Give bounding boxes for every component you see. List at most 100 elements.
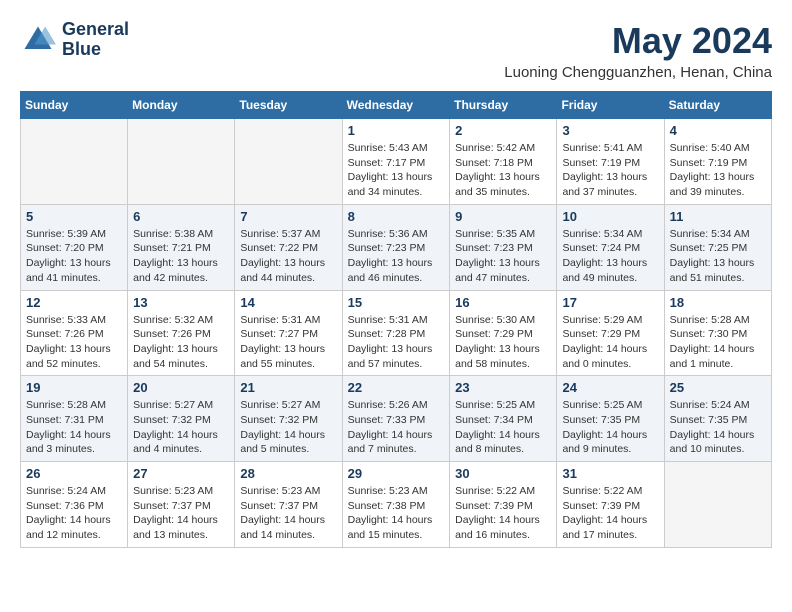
calendar-cell: 21 Sunrise: 5:27 AM Sunset: 7:32 PM Dayli… bbox=[235, 376, 342, 462]
day-info: Sunrise: 5:35 AM Sunset: 7:23 PM Dayligh… bbox=[455, 227, 551, 286]
weekday-header: Monday bbox=[128, 92, 235, 119]
calendar-cell: 11Sunrise: 5:34 AM Sunset: 7:25 PM Dayli… bbox=[664, 204, 771, 290]
calendar-cell: 4Sunrise: 5:40 AM Sunset: 7:19 PM Daylig… bbox=[664, 119, 771, 205]
calendar-cell: 1 Sunrise: 5:43 AM Sunset: 7:17 PM Daylig… bbox=[342, 119, 450, 205]
day-number: 5 bbox=[26, 209, 122, 224]
calendar-cell: 15 Sunrise: 5:31 AM Sunset: 7:28 PM Dayli… bbox=[342, 290, 450, 376]
calendar-cell: 9 Sunrise: 5:35 AM Sunset: 7:23 PM Daylig… bbox=[450, 204, 557, 290]
calendar-cell: 29 Sunrise: 5:23 AM Sunset: 7:38 PM Dayli… bbox=[342, 462, 450, 548]
day-number: 24 bbox=[562, 380, 658, 395]
logo: General Blue bbox=[20, 20, 129, 60]
calendar-cell: 13 Sunrise: 5:32 AM Sunset: 7:26 PM Dayli… bbox=[128, 290, 235, 376]
day-info: Sunrise: 5:32 AM Sunset: 7:26 PM Dayligh… bbox=[133, 313, 229, 372]
calendar-week-row: 19 Sunrise: 5:28 AM Sunset: 7:31 PM Dayli… bbox=[21, 376, 772, 462]
calendar-cell: 8 Sunrise: 5:36 AM Sunset: 7:23 PM Daylig… bbox=[342, 204, 450, 290]
day-number: 19 bbox=[26, 380, 122, 395]
day-number: 20 bbox=[133, 380, 229, 395]
day-number: 28 bbox=[240, 466, 336, 481]
day-info: Sunrise: 5:41 AM Sunset: 7:19 PM Dayligh… bbox=[562, 141, 658, 200]
day-info: Sunrise: 5:28 AM Sunset: 7:31 PM Dayligh… bbox=[26, 398, 122, 457]
day-number: 18 bbox=[670, 295, 766, 310]
calendar-cell: 22 Sunrise: 5:26 AM Sunset: 7:33 PM Dayli… bbox=[342, 376, 450, 462]
weekday-header: Wednesday bbox=[342, 92, 450, 119]
day-number: 2 bbox=[455, 123, 551, 138]
calendar-header-row: SundayMondayTuesdayWednesdayThursdayFrid… bbox=[21, 92, 772, 119]
day-number: 22 bbox=[348, 380, 445, 395]
day-number: 31 bbox=[562, 466, 658, 481]
day-info: Sunrise: 5:23 AM Sunset: 7:37 PM Dayligh… bbox=[133, 484, 229, 543]
day-info: Sunrise: 5:43 AM Sunset: 7:17 PM Dayligh… bbox=[348, 141, 445, 200]
day-info: Sunrise: 5:29 AM Sunset: 7:29 PM Dayligh… bbox=[562, 313, 658, 372]
day-info: Sunrise: 5:33 AM Sunset: 7:26 PM Dayligh… bbox=[26, 313, 122, 372]
calendar-table: SundayMondayTuesdayWednesdayThursdayFrid… bbox=[20, 91, 772, 548]
day-info: Sunrise: 5:37 AM Sunset: 7:22 PM Dayligh… bbox=[240, 227, 336, 286]
calendar-cell bbox=[664, 462, 771, 548]
day-number: 9 bbox=[455, 209, 551, 224]
title-block: May 2024 Luoning Chengguanzhen, Henan, C… bbox=[504, 20, 772, 81]
calendar-cell: 26 Sunrise: 5:24 AM Sunset: 7:36 PM Dayli… bbox=[21, 462, 128, 548]
calendar-week-row: 1 Sunrise: 5:43 AM Sunset: 7:17 PM Daylig… bbox=[21, 119, 772, 205]
calendar-cell bbox=[21, 119, 128, 205]
day-info: Sunrise: 5:23 AM Sunset: 7:37 PM Dayligh… bbox=[240, 484, 336, 543]
day-info: Sunrise: 5:39 AM Sunset: 7:20 PM Dayligh… bbox=[26, 227, 122, 286]
calendar-cell: 30Sunrise: 5:22 AM Sunset: 7:39 PM Dayli… bbox=[450, 462, 557, 548]
day-number: 4 bbox=[670, 123, 766, 138]
day-info: Sunrise: 5:22 AM Sunset: 7:39 PM Dayligh… bbox=[562, 484, 658, 543]
calendar-cell: 28 Sunrise: 5:23 AM Sunset: 7:37 PM Dayli… bbox=[235, 462, 342, 548]
day-number: 13 bbox=[133, 295, 229, 310]
day-info: Sunrise: 5:27 AM Sunset: 7:32 PM Dayligh… bbox=[240, 398, 336, 457]
day-info: Sunrise: 5:27 AM Sunset: 7:32 PM Dayligh… bbox=[133, 398, 229, 457]
day-info: Sunrise: 5:31 AM Sunset: 7:27 PM Dayligh… bbox=[240, 313, 336, 372]
day-info: Sunrise: 5:34 AM Sunset: 7:24 PM Dayligh… bbox=[562, 227, 658, 286]
calendar-cell: 2 Sunrise: 5:42 AM Sunset: 7:18 PM Daylig… bbox=[450, 119, 557, 205]
day-number: 7 bbox=[240, 209, 336, 224]
day-info: Sunrise: 5:42 AM Sunset: 7:18 PM Dayligh… bbox=[455, 141, 551, 200]
calendar-cell: 12 Sunrise: 5:33 AM Sunset: 7:26 PM Dayli… bbox=[21, 290, 128, 376]
day-info: Sunrise: 5:24 AM Sunset: 7:36 PM Dayligh… bbox=[26, 484, 122, 543]
calendar-cell: 6 Sunrise: 5:38 AM Sunset: 7:21 PM Daylig… bbox=[128, 204, 235, 290]
calendar-week-row: 12 Sunrise: 5:33 AM Sunset: 7:26 PM Dayli… bbox=[21, 290, 772, 376]
day-info: Sunrise: 5:28 AM Sunset: 7:30 PM Dayligh… bbox=[670, 313, 766, 372]
calendar-cell: 16Sunrise: 5:30 AM Sunset: 7:29 PM Dayli… bbox=[450, 290, 557, 376]
calendar-cell: 27 Sunrise: 5:23 AM Sunset: 7:37 PM Dayli… bbox=[128, 462, 235, 548]
weekday-header: Tuesday bbox=[235, 92, 342, 119]
day-number: 17 bbox=[562, 295, 658, 310]
calendar-cell: 20 Sunrise: 5:27 AM Sunset: 7:32 PM Dayli… bbox=[128, 376, 235, 462]
calendar-week-row: 5 Sunrise: 5:39 AM Sunset: 7:20 PM Daylig… bbox=[21, 204, 772, 290]
calendar-cell: 25Sunrise: 5:24 AM Sunset: 7:35 PM Dayli… bbox=[664, 376, 771, 462]
day-number: 21 bbox=[240, 380, 336, 395]
day-number: 23 bbox=[455, 380, 551, 395]
day-number: 14 bbox=[240, 295, 336, 310]
day-number: 6 bbox=[133, 209, 229, 224]
day-info: Sunrise: 5:25 AM Sunset: 7:34 PM Dayligh… bbox=[455, 398, 551, 457]
month-title: May 2024 bbox=[504, 20, 772, 62]
day-number: 10 bbox=[562, 209, 658, 224]
day-number: 8 bbox=[348, 209, 445, 224]
day-number: 12 bbox=[26, 295, 122, 310]
day-info: Sunrise: 5:38 AM Sunset: 7:21 PM Dayligh… bbox=[133, 227, 229, 286]
day-info: Sunrise: 5:31 AM Sunset: 7:28 PM Dayligh… bbox=[348, 313, 445, 372]
day-number: 11 bbox=[670, 209, 766, 224]
calendar-cell: 3 Sunrise: 5:41 AM Sunset: 7:19 PM Daylig… bbox=[557, 119, 664, 205]
weekday-header: Friday bbox=[557, 92, 664, 119]
day-info: Sunrise: 5:36 AM Sunset: 7:23 PM Dayligh… bbox=[348, 227, 445, 286]
day-number: 3 bbox=[562, 123, 658, 138]
day-info: Sunrise: 5:22 AM Sunset: 7:39 PM Dayligh… bbox=[455, 484, 551, 543]
logo-text: General Blue bbox=[62, 20, 129, 60]
calendar-cell bbox=[235, 119, 342, 205]
weekday-header: Thursday bbox=[450, 92, 557, 119]
calendar-cell: 31 Sunrise: 5:22 AM Sunset: 7:39 PM Dayli… bbox=[557, 462, 664, 548]
day-info: Sunrise: 5:26 AM Sunset: 7:33 PM Dayligh… bbox=[348, 398, 445, 457]
day-number: 29 bbox=[348, 466, 445, 481]
day-number: 15 bbox=[348, 295, 445, 310]
day-number: 1 bbox=[348, 123, 445, 138]
calendar-cell: 19 Sunrise: 5:28 AM Sunset: 7:31 PM Dayli… bbox=[21, 376, 128, 462]
day-info: Sunrise: 5:24 AM Sunset: 7:35 PM Dayligh… bbox=[670, 398, 766, 457]
day-info: Sunrise: 5:23 AM Sunset: 7:38 PM Dayligh… bbox=[348, 484, 445, 543]
day-number: 27 bbox=[133, 466, 229, 481]
calendar-cell bbox=[128, 119, 235, 205]
day-number: 26 bbox=[26, 466, 122, 481]
weekday-header: Sunday bbox=[21, 92, 128, 119]
calendar-cell: 17 Sunrise: 5:29 AM Sunset: 7:29 PM Dayli… bbox=[557, 290, 664, 376]
logo-icon bbox=[20, 22, 56, 58]
